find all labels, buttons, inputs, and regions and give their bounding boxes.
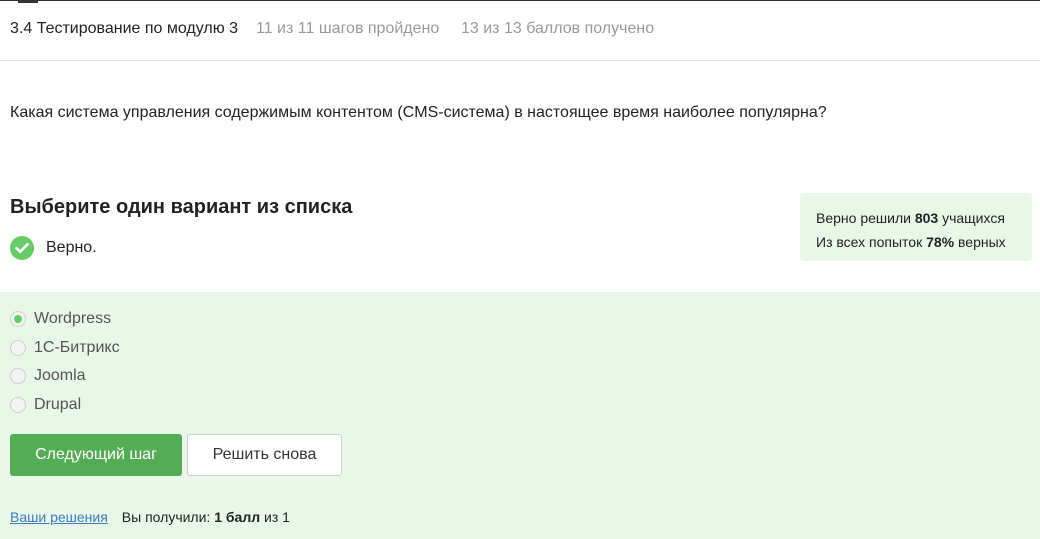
retry-button[interactable]: Решить снова — [187, 434, 342, 476]
option-wordpress[interactable]: Wordpress — [10, 309, 111, 329]
step-header: 3.4 Тестирование по модулю 3 11 из 11 ша… — [0, 0, 1040, 61]
verdict: Верно. — [10, 236, 97, 260]
solution-stats: Верно решили 803 учащихся Из всех попыто… — [800, 193, 1032, 261]
answer-area — [0, 292, 1040, 539]
score-prefix: Вы получили: — [121, 509, 211, 525]
quiz-instruction: Выберите один вариант из списка — [10, 196, 353, 218]
radio-unchecked-icon[interactable] — [10, 340, 26, 356]
stats-attempts-prefix: Из всех попыток — [816, 234, 923, 250]
option-drupal[interactable]: Drupal — [10, 395, 81, 415]
option-label: Wordpress — [34, 310, 112, 327]
score-value: 1 балл — [214, 509, 261, 525]
option-label: Drupal — [34, 396, 82, 413]
next-step-button[interactable]: Следующий шаг — [10, 434, 182, 476]
option-1c-bitrix[interactable]: 1С-Битрикс — [10, 338, 120, 358]
option-joomla[interactable]: Joomla — [10, 366, 86, 386]
your-solutions-link[interactable]: Ваши решения — [10, 509, 108, 525]
score-suffix: из 1 — [264, 509, 290, 525]
steps-status: 11 из 11 шагов пройдено — [256, 20, 440, 37]
points-status: 13 из 13 баллов получено — [461, 20, 655, 37]
check-circle-icon — [10, 236, 34, 260]
radio-unchecked-icon[interactable] — [10, 368, 26, 384]
footer: Ваши решения Вы получили: 1 балл из 1 — [10, 508, 290, 526]
stats-attempts-suffix: верных — [958, 234, 1006, 250]
score-summary: Вы получили: 1 балл из 1 — [122, 509, 290, 525]
lesson-title: 3.4 Тестирование по модулю 3 — [10, 20, 239, 37]
option-label: Joomla — [34, 367, 86, 384]
stats-solved-prefix: Верно решили — [816, 210, 911, 226]
question-text: Какая система управления содержимым конт… — [10, 104, 827, 121]
option-label: 1С-Битрикс — [34, 339, 120, 356]
stats-attempts-percent: 78% — [926, 234, 955, 250]
stats-solved-row: Верно решили 803 учащихся — [816, 206, 1032, 230]
radio-checked-icon[interactable] — [10, 311, 26, 327]
verdict-text: Верно. — [46, 239, 97, 256]
stats-solved-count: 803 — [914, 210, 939, 226]
radio-unchecked-icon[interactable] — [10, 397, 26, 413]
stats-solved-suffix: учащихся — [942, 210, 1005, 226]
stats-attempts-row: Из всех попыток 78% верных — [816, 230, 1032, 254]
